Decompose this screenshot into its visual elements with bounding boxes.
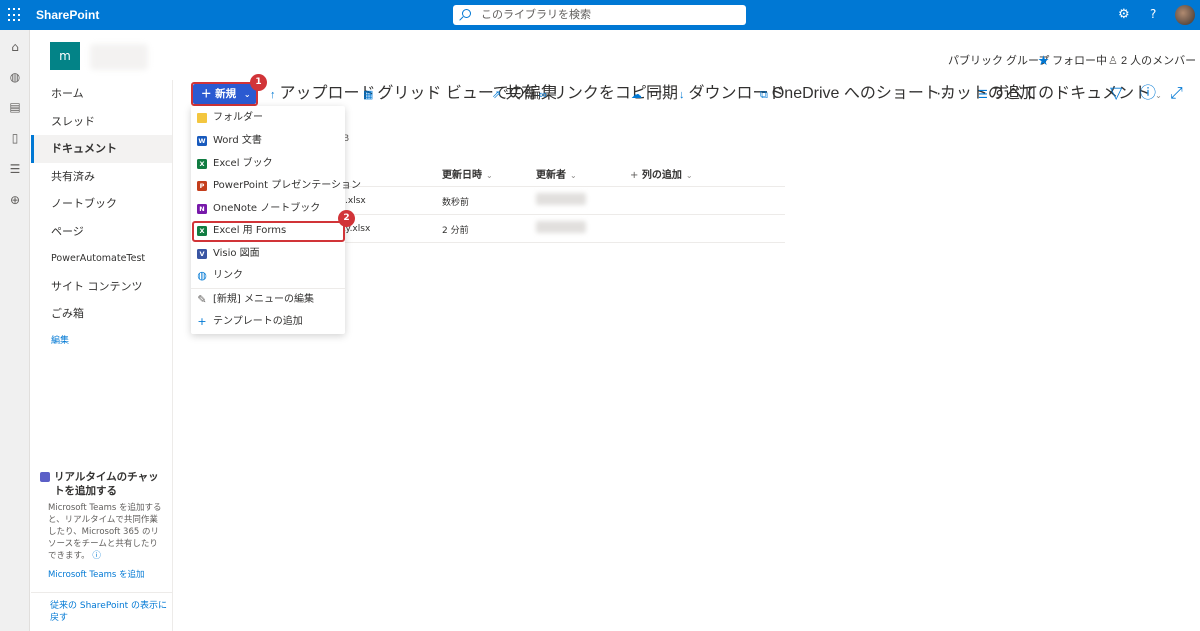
info-pane-icon[interactable]: ⓘ xyxy=(1140,80,1156,108)
members-label: 2 人のメンバー xyxy=(1120,55,1197,67)
menu-item-add-template[interactable]: + テンプレートの追加 xyxy=(191,311,345,333)
classic-view-link[interactable]: 従来の SharePoint の表示に戻す xyxy=(50,600,170,624)
share-button[interactable]: ⇗ 共有 xyxy=(492,80,537,108)
share-icon: ⇗ xyxy=(492,89,502,101)
plus-icon: + xyxy=(630,170,639,181)
help-icon[interactable]: ? xyxy=(1150,7,1156,21)
nav-footer-divider xyxy=(31,592,172,593)
nav-item-notebook[interactable]: ノートブック xyxy=(31,190,172,218)
table-row-modified: 2 分前 xyxy=(442,226,469,236)
app-launcher-icon[interactable] xyxy=(8,8,22,22)
nav-item-pages[interactable]: ページ xyxy=(31,218,172,246)
menu-item-onenote[interactable]: N OneNote ノートブック xyxy=(191,198,345,220)
chevron-down-icon: ⌄ xyxy=(685,171,693,180)
menu-item-link[interactable]: ◍ リンク xyxy=(191,265,345,287)
document-icon[interactable]: ▯ xyxy=(8,131,22,145)
suite-header: SharePoint このライブラリを検索 ⚙ ? xyxy=(0,0,1200,30)
new-button-highlight xyxy=(191,82,258,106)
table-row-author-redacted xyxy=(536,221,586,233)
table-row-modified: 数秒前 xyxy=(442,198,470,208)
nav-edit-link[interactable]: 編集 xyxy=(31,328,172,356)
site-logo[interactable]: m xyxy=(50,42,80,70)
table-row-name[interactable]: .xlsx xyxy=(345,196,366,206)
globe-icon: ◍ xyxy=(197,269,207,282)
chevron-down-icon: ⌄ xyxy=(486,171,493,180)
person-icon: ♙ xyxy=(1108,55,1118,67)
nav-divider xyxy=(172,80,173,631)
menu-item-word[interactable]: W Word 文書 xyxy=(191,130,345,152)
powerpoint-icon: P xyxy=(197,181,207,191)
nav-item-site-contents[interactable]: サイト コンテンツ xyxy=(31,273,172,301)
add-teams-link[interactable]: Microsoft Teams を追加 xyxy=(40,568,165,580)
search-placeholder: このライブラリを検索 xyxy=(481,8,591,21)
teams-promo-title: リアルタイムのチャットを追加する xyxy=(40,470,165,498)
star-icon: ★ xyxy=(1038,55,1049,67)
row-divider xyxy=(345,242,785,243)
chevron-down-icon: ⌄ xyxy=(1155,91,1162,100)
chevron-down-icon: ⌄ xyxy=(570,171,577,180)
nav-item-home[interactable]: ホーム xyxy=(31,80,172,108)
menu-item-powerpoint[interactable]: P PowerPoint プレゼンテーション xyxy=(191,175,361,197)
site-title-redacted xyxy=(90,44,148,70)
fullscreen-icon[interactable]: ⤢ xyxy=(1170,80,1183,108)
teams-icon xyxy=(40,472,50,482)
teams-promo-body: Microsoft Teams を追加すると、リアルタイムで共同作業したり、Mi… xyxy=(48,503,162,561)
info-icon[interactable]: ⓘ xyxy=(92,551,101,561)
nav-item-powerautomatetest[interactable]: PowerAutomateTest xyxy=(31,245,172,273)
excel-forms-highlight xyxy=(192,221,345,242)
table-row-author-redacted xyxy=(536,193,586,205)
view-selector[interactable]: ☰ すべてのドキュメント ⌄ xyxy=(978,80,1162,108)
filter-icon[interactable]: ▽ xyxy=(1110,80,1122,108)
sync-icon: ☁ xyxy=(631,89,642,101)
view-list-icon: ☰ xyxy=(978,89,988,101)
add-column-button[interactable]: + 列の追加 ⌄ xyxy=(630,166,693,181)
app-rail: ⌂ ◍ ▤ ▯ ☰ ⊕ xyxy=(0,30,30,631)
search-input[interactable]: このライブラリを検索 xyxy=(453,5,746,25)
create-icon[interactable]: ⊕ xyxy=(8,193,22,207)
column-header-modified-by[interactable]: 更新者 ⌄ xyxy=(536,166,577,181)
gear-icon[interactable]: ⚙ xyxy=(1118,7,1130,22)
nav-item-threads[interactable]: スレッド xyxy=(31,108,172,136)
menu-item-folder[interactable]: フォルダー xyxy=(191,107,345,129)
avatar[interactable] xyxy=(1175,5,1195,25)
follow-button[interactable]: ★ フォロー中 xyxy=(1038,52,1107,68)
word-icon: W xyxy=(197,136,207,146)
sync-button[interactable]: ☁ 同期 xyxy=(631,80,678,108)
menu-item-edit-new-menu[interactable]: ✎ [新規] メニューの編集 xyxy=(191,289,345,311)
members-button[interactable]: ♙ 2 人のメンバー xyxy=(1108,52,1196,68)
row-divider xyxy=(345,186,785,187)
home-icon[interactable]: ⌂ xyxy=(8,40,22,54)
excel-icon: X xyxy=(197,159,207,169)
globe-icon[interactable]: ◍ xyxy=(8,70,22,84)
search-icon xyxy=(462,9,471,18)
menu-item-excel[interactable]: X Excel ブック xyxy=(191,153,345,175)
app-name[interactable]: SharePoint xyxy=(36,8,99,22)
row-divider xyxy=(345,214,785,215)
plus-icon: + xyxy=(197,315,207,328)
upload-icon: ↑ xyxy=(270,89,276,101)
onenote-icon: N xyxy=(197,204,207,214)
follow-label: フォロー中 xyxy=(1052,55,1108,67)
new-menu: フォルダー W Word 文書 X Excel ブック P PowerPoint… xyxy=(191,106,361,334)
list-icon[interactable]: ☰ xyxy=(8,162,22,176)
news-icon[interactable]: ▤ xyxy=(8,100,22,114)
nav-item-recycle-bin[interactable]: ごみ箱 xyxy=(31,300,172,328)
shortcut-icon: ⧉ xyxy=(760,89,768,101)
nav-item-documents[interactable]: ドキュメント xyxy=(31,135,172,163)
pencil-icon: ✎ xyxy=(197,293,207,306)
step-badge-1: 1 xyxy=(250,74,267,91)
grid-icon: ▦ xyxy=(363,89,374,101)
folder-icon xyxy=(197,113,207,123)
column-header-modified[interactable]: 更新日時 ⌄ xyxy=(442,166,493,181)
nav-item-shared[interactable]: 共有済み xyxy=(31,163,172,191)
download-icon: ↓ xyxy=(679,89,685,101)
visio-icon: V xyxy=(197,249,207,259)
site-nav: ホーム スレッド ドキュメント 共有済み ノートブック ページ PowerAut… xyxy=(31,80,172,355)
teams-promo: リアルタイムのチャットを追加する Microsoft Teams を追加すると、… xyxy=(40,470,165,580)
link-icon: ∞ xyxy=(539,89,547,101)
menu-item-visio[interactable]: V Visio 図面 xyxy=(191,243,345,265)
step-badge-2: 2 xyxy=(338,210,355,227)
group-type: パブリック グループ xyxy=(948,55,1050,67)
more-button[interactable]: ··· xyxy=(936,80,952,108)
